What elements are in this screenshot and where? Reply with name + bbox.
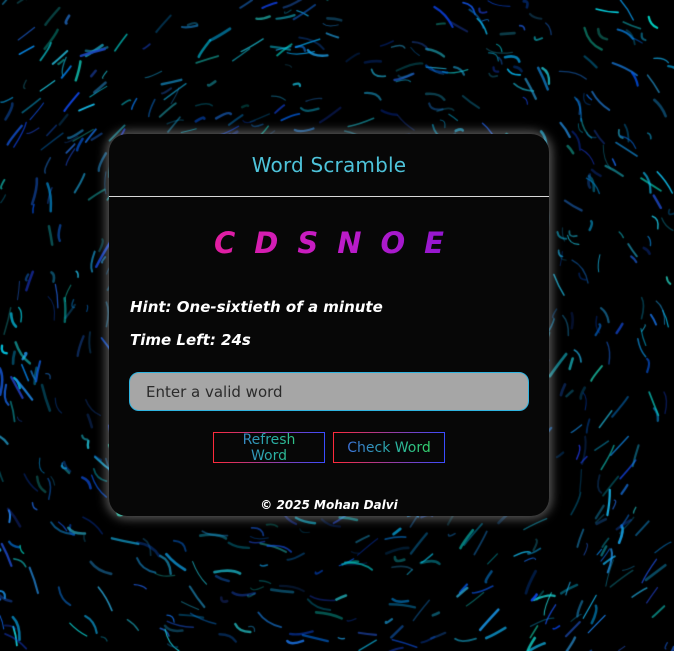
- check-word-button[interactable]: Check Word: [333, 432, 445, 463]
- scrambled-word: CDSNOE: [109, 226, 549, 260]
- refresh-word-label: Refresh Word: [223, 432, 315, 464]
- time-left-text: Time Left: 24s: [130, 331, 251, 349]
- word-input[interactable]: [129, 372, 529, 411]
- copyright-footer: © 2025 Mohan Dalvi: [260, 498, 398, 512]
- refresh-word-button[interactable]: Refresh Word: [213, 432, 325, 464]
- game-card: Word Scramble CDSNOE Hint: One-sixtieth …: [109, 134, 549, 516]
- hint-text: Hint: One-sixtieth of a minute: [130, 298, 383, 316]
- card-header: Word Scramble: [109, 134, 549, 197]
- check-word-label: Check Word: [347, 439, 431, 456]
- app-title: Word Scramble: [251, 153, 407, 177]
